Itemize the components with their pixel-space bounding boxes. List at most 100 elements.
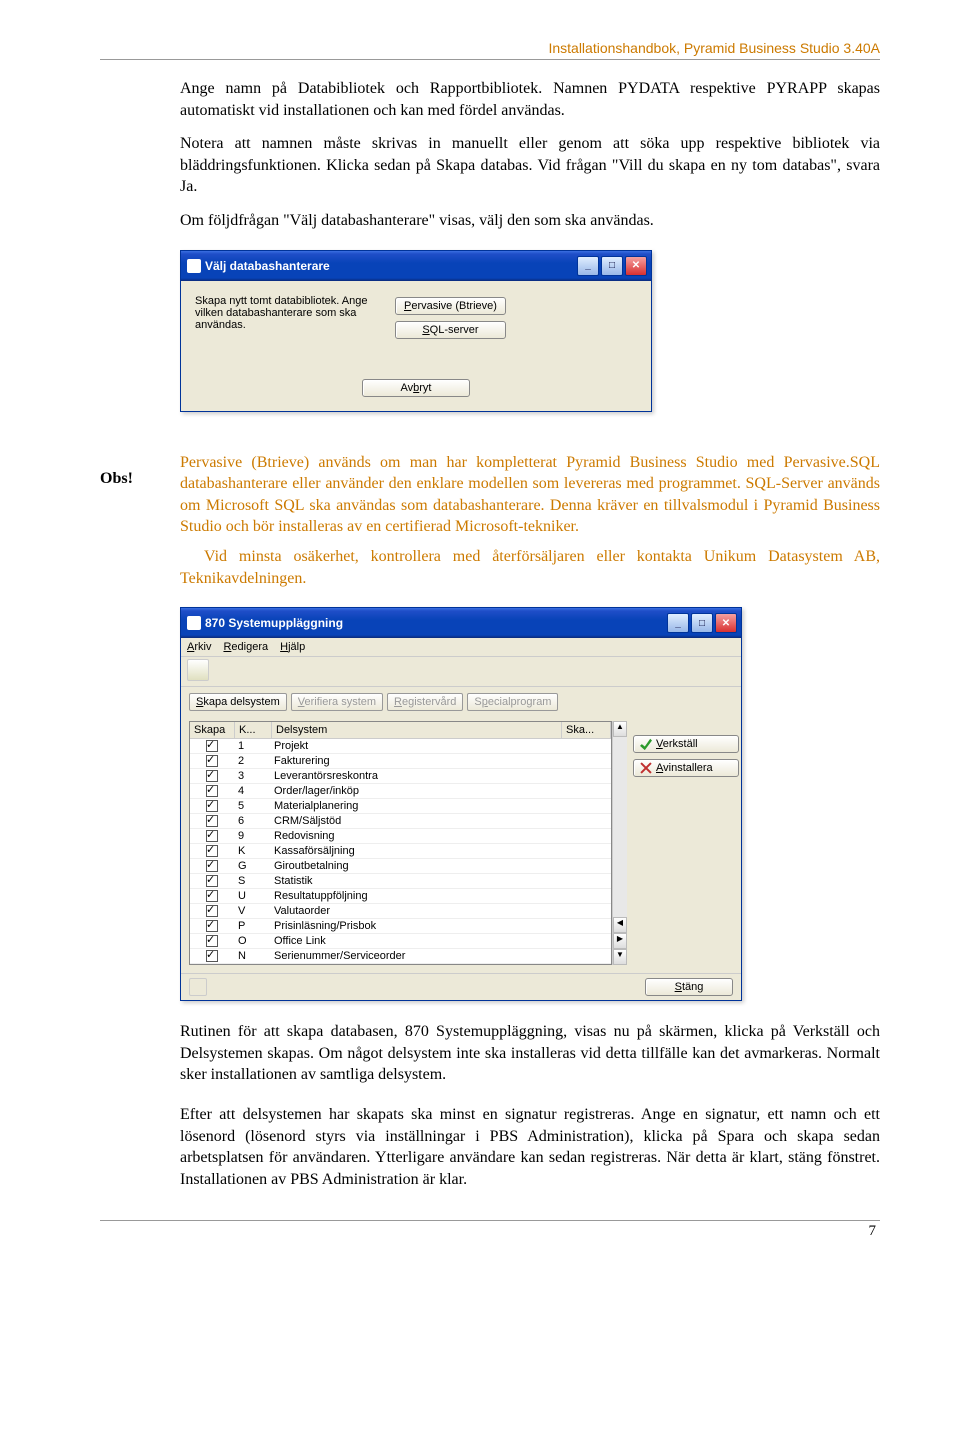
- close-button[interactable]: ✕: [625, 256, 647, 276]
- tab-verifiera-system[interactable]: Verifiera system: [291, 693, 383, 711]
- tab-specialprogram[interactable]: Specialprogram: [467, 693, 558, 711]
- row-checkbox[interactable]: [190, 949, 234, 963]
- table-row[interactable]: SStatistik: [190, 874, 611, 889]
- row-name: Fakturering: [270, 754, 563, 768]
- obs-paragraph: Vid minsta osäkerhet, kontrollera med åt…: [180, 546, 880, 589]
- col-k[interactable]: K...: [235, 722, 272, 738]
- scroll-up-icon[interactable]: ▲: [613, 721, 627, 737]
- scroll-right-icon[interactable]: ▶: [613, 933, 627, 949]
- row-name: Kassaförsäljning: [270, 844, 563, 858]
- avinstallera-button[interactable]: Avinstallera: [633, 759, 739, 777]
- row-name: Materialplanering: [270, 799, 563, 813]
- row-checkbox[interactable]: [190, 739, 234, 753]
- sql-server-button[interactable]: SQL-server: [395, 321, 506, 339]
- row-name: Serienummer/Serviceorder: [270, 949, 563, 963]
- row-code: 1: [234, 739, 270, 753]
- row-checkbox[interactable]: [190, 769, 234, 783]
- vertical-scrollbar[interactable]: ▲ ◀ ▶ ▼: [612, 721, 627, 965]
- table-row[interactable]: KKassaförsäljning: [190, 844, 611, 859]
- row-checkbox[interactable]: [190, 859, 234, 873]
- title-bar[interactable]: 870 Systemuppläggning _ □ ✕: [181, 608, 741, 638]
- row-checkbox[interactable]: [190, 829, 234, 843]
- row-checkbox[interactable]: [190, 874, 234, 888]
- menu-arkiv[interactable]: Arkiv: [187, 641, 211, 653]
- row-checkbox[interactable]: [190, 799, 234, 813]
- row-ska: [563, 919, 611, 933]
- scroll-left-icon[interactable]: ◀: [613, 917, 627, 933]
- table-row[interactable]: UResultatuppföljning: [190, 889, 611, 904]
- row-ska: [563, 739, 611, 753]
- verkstall-button[interactable]: Verkställ: [633, 735, 739, 753]
- col-skapa[interactable]: Skapa: [190, 722, 235, 738]
- row-checkbox[interactable]: [190, 844, 234, 858]
- row-checkbox[interactable]: [190, 754, 234, 768]
- tab-registervard[interactable]: Registervård: [387, 693, 463, 711]
- scroll-down-icon[interactable]: ▼: [613, 949, 627, 965]
- row-name: Prisinläsning/Prisbok: [270, 919, 563, 933]
- row-ska: [563, 829, 611, 843]
- row-name: Statistik: [270, 874, 563, 888]
- table-row[interactable]: 1Projekt: [190, 739, 611, 754]
- minimize-button[interactable]: _: [577, 256, 599, 276]
- row-name: Redovisning: [270, 829, 563, 843]
- col-delsystem[interactable]: Delsystem: [272, 722, 562, 738]
- row-checkbox[interactable]: [190, 934, 234, 948]
- stang-button[interactable]: Stäng: [645, 978, 733, 996]
- dialog-body: Skapa nytt tomt databibliotek. Ange vilk…: [181, 281, 651, 411]
- paragraph: Ange namn på Databibliotek och Rapportbi…: [180, 78, 880, 121]
- window-title: Välj databashanterare: [205, 259, 575, 273]
- close-button[interactable]: ✕: [715, 613, 737, 633]
- row-checkbox[interactable]: [190, 919, 234, 933]
- row-ska: [563, 799, 611, 813]
- cancel-button[interactable]: Avbryt: [362, 379, 470, 397]
- row-ska: [563, 949, 611, 963]
- table-row[interactable]: 3Leverantörsreskontra: [190, 769, 611, 784]
- paragraph: Notera att namnen måste skrivas in manue…: [180, 133, 880, 198]
- dialog-prompt: Skapa nytt tomt databibliotek. Ange vilk…: [195, 295, 395, 339]
- row-ska: [563, 844, 611, 858]
- status-icon: [189, 978, 207, 996]
- menu-hjalp[interactable]: Hjälp: [280, 641, 305, 653]
- row-name: Projekt: [270, 739, 563, 753]
- table-row[interactable]: 5Materialplanering: [190, 799, 611, 814]
- maximize-button[interactable]: □: [691, 613, 713, 633]
- tab-row: Skapa delsystem Verifiera system Registe…: [181, 687, 741, 717]
- table-row[interactable]: OOffice Link: [190, 934, 611, 949]
- row-ska: [563, 889, 611, 903]
- paragraph: Rutinen för att skapa databasen, 870 Sys…: [180, 1021, 880, 1086]
- row-code: V: [234, 904, 270, 918]
- row-name: Valutaorder: [270, 904, 563, 918]
- minimize-button[interactable]: _: [667, 613, 689, 633]
- row-code: S: [234, 874, 270, 888]
- table-row[interactable]: 9Redovisning: [190, 829, 611, 844]
- row-ska: [563, 859, 611, 873]
- row-ska: [563, 769, 611, 783]
- pervasive-button[interactable]: Pervasive (Btrieve): [395, 297, 506, 315]
- row-code: U: [234, 889, 270, 903]
- table-row[interactable]: PPrisinläsning/Prisbok: [190, 919, 611, 934]
- row-checkbox[interactable]: [190, 784, 234, 798]
- row-name: Office Link: [270, 934, 563, 948]
- row-ska: [563, 874, 611, 888]
- maximize-button[interactable]: □: [601, 256, 623, 276]
- grid-header: Skapa K... Delsystem Ska...: [190, 722, 611, 739]
- app-icon: [187, 259, 201, 273]
- table-row[interactable]: NSerienummer/Serviceorder: [190, 949, 611, 964]
- toolbar-icon[interactable]: [187, 659, 209, 681]
- table-row[interactable]: GGiroutbetalning: [190, 859, 611, 874]
- table-row[interactable]: 6CRM/Säljstöd: [190, 814, 611, 829]
- tab-skapa-delsystem[interactable]: Skapa delsystem: [189, 693, 287, 711]
- app-icon: [187, 616, 201, 630]
- header-rule: Installationshandbok, Pyramid Business S…: [100, 40, 880, 60]
- row-checkbox[interactable]: [190, 889, 234, 903]
- col-ska[interactable]: Ska...: [562, 722, 611, 738]
- subsystem-grid[interactable]: Skapa K... Delsystem Ska... 1Projekt2Fak…: [189, 721, 612, 965]
- table-row[interactable]: 4Order/lager/inköp: [190, 784, 611, 799]
- title-bar[interactable]: Välj databashanterare _ □ ✕: [181, 251, 651, 281]
- table-row[interactable]: 2Fakturering: [190, 754, 611, 769]
- row-checkbox[interactable]: [190, 904, 234, 918]
- row-checkbox[interactable]: [190, 814, 234, 828]
- table-row[interactable]: VValutaorder: [190, 904, 611, 919]
- row-name: Leverantörsreskontra: [270, 769, 563, 783]
- menu-redigera[interactable]: Redigera: [223, 641, 268, 653]
